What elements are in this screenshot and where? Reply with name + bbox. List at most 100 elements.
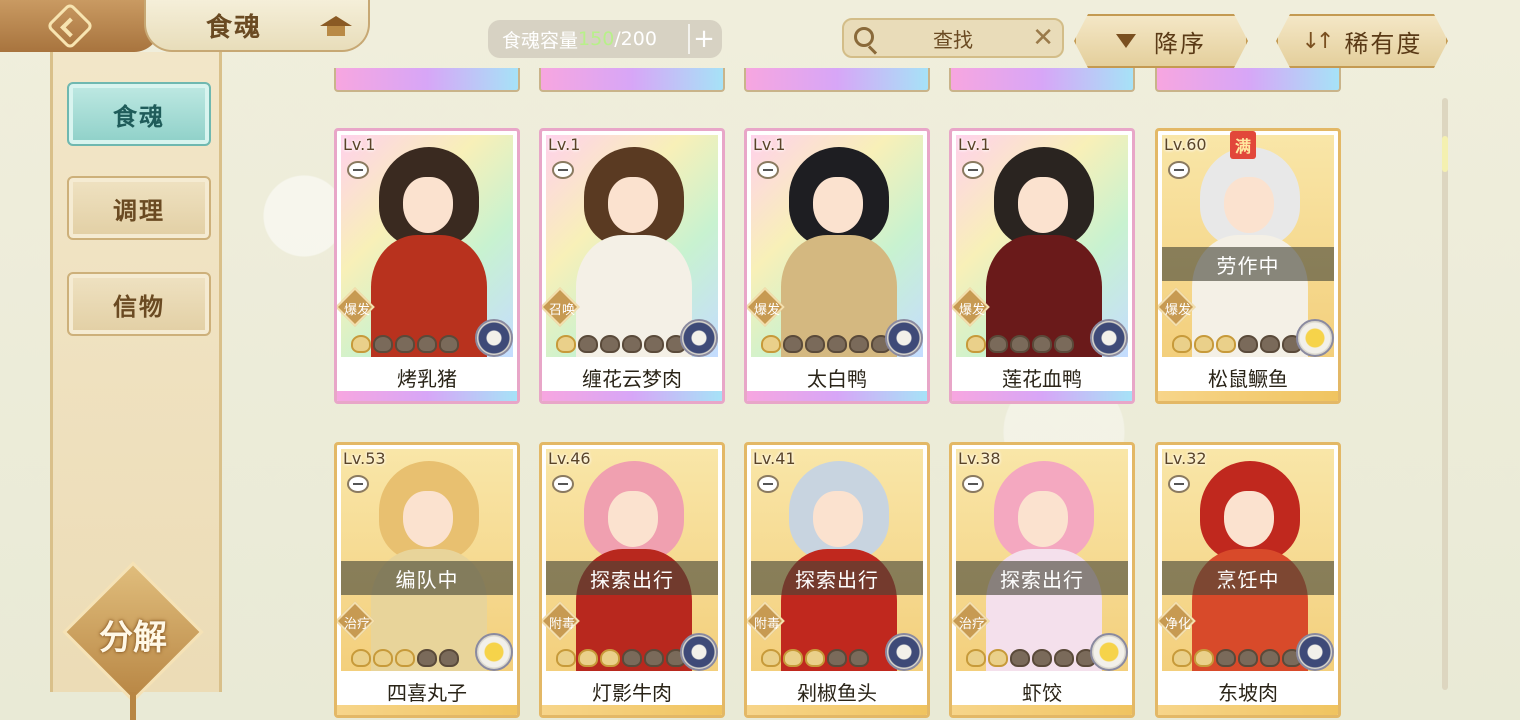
sort-key-button[interactable]: ↓↑ 稀有度 bbox=[1276, 14, 1448, 68]
star-rating bbox=[351, 649, 459, 667]
star-empty-icon bbox=[1032, 335, 1052, 353]
portrait-face bbox=[813, 177, 863, 233]
portrait-face bbox=[813, 491, 863, 547]
rarity-strip bbox=[337, 705, 517, 715]
sort-down-icon bbox=[1116, 34, 1136, 48]
star-empty-icon bbox=[1238, 649, 1258, 667]
element-orb-icon bbox=[1296, 319, 1334, 357]
sidebar-item-food-souls[interactable]: 食魂 bbox=[67, 82, 211, 146]
search-field[interactable]: 查找 ✕ bbox=[842, 18, 1064, 58]
scrollbar[interactable] bbox=[1442, 98, 1448, 690]
food-soul-card[interactable]: Lv.1 爆发 莲花血鸭 bbox=[949, 128, 1135, 404]
search-label: 查找 bbox=[933, 27, 973, 52]
star-empty-icon bbox=[1054, 649, 1074, 667]
role-tag: 爆发 bbox=[747, 287, 787, 329]
card-name: 莲花血鸭 bbox=[952, 359, 1132, 395]
card-stub bbox=[1155, 68, 1341, 92]
portrait-face bbox=[1018, 491, 1068, 547]
star-filled-icon bbox=[578, 649, 598, 667]
star-filled-icon bbox=[556, 335, 576, 353]
pavilion-icon bbox=[320, 12, 352, 38]
star-filled-icon bbox=[556, 649, 576, 667]
star-empty-icon bbox=[1010, 649, 1030, 667]
capacity-max: /200 bbox=[614, 28, 657, 50]
element-orb-icon bbox=[680, 633, 718, 671]
level-label: Lv.1 bbox=[958, 135, 991, 154]
star-empty-icon bbox=[783, 335, 803, 353]
role-label: 净化 bbox=[1164, 617, 1191, 632]
role-label: 附毒 bbox=[753, 617, 780, 632]
food-soul-card[interactable]: Lv.46 探索出行 附毒 灯影牛肉 bbox=[539, 442, 725, 718]
food-soul-card[interactable]: Lv.32 烹饪中 净化 东坡肉 bbox=[1155, 442, 1341, 718]
scrollbar-thumb[interactable] bbox=[1442, 136, 1448, 172]
star-empty-icon bbox=[827, 335, 847, 353]
sidebar-item-tokens[interactable]: 信物 bbox=[67, 272, 211, 336]
star-rating bbox=[966, 649, 1096, 667]
card-name: 四喜丸子 bbox=[337, 673, 517, 709]
minus-icon bbox=[347, 475, 369, 493]
food-soul-card[interactable]: Lv.1 召唤 缠花云梦肉 bbox=[539, 128, 725, 404]
role-label: 附毒 bbox=[548, 617, 575, 632]
card-name: 烤乳猪 bbox=[337, 359, 517, 395]
star-filled-icon bbox=[988, 649, 1008, 667]
max-level-badge: 满 bbox=[1230, 131, 1256, 159]
sidebar-item-seasoning[interactable]: 调理 bbox=[67, 176, 211, 240]
element-orb-icon bbox=[1296, 633, 1334, 671]
capacity-display: 食魂容量 150 /200 + bbox=[488, 20, 722, 58]
card-name: 灯影牛肉 bbox=[542, 673, 722, 709]
star-empty-icon bbox=[1032, 649, 1052, 667]
star-empty-icon bbox=[622, 649, 642, 667]
status-badge: 探索出行 bbox=[546, 561, 718, 595]
minus-icon bbox=[552, 475, 574, 493]
status-badge: 烹饪中 bbox=[1162, 561, 1334, 595]
back-button[interactable] bbox=[0, 0, 160, 52]
role-label: 爆发 bbox=[753, 303, 780, 318]
role-tag: 附毒 bbox=[542, 601, 582, 643]
star-empty-icon bbox=[1010, 335, 1030, 353]
food-soul-card[interactable]: Lv.1 爆发 太白鸭 bbox=[744, 128, 930, 404]
sort-order-button[interactable]: 降序 bbox=[1074, 14, 1248, 68]
food-soul-card[interactable]: Lv.53 编队中 治疗 四喜丸子 bbox=[334, 442, 520, 718]
rarity-strip bbox=[747, 705, 927, 715]
clear-search-button[interactable]: ✕ bbox=[1032, 24, 1054, 52]
add-capacity-button[interactable]: + bbox=[688, 24, 718, 54]
level-label: Lv.38 bbox=[958, 449, 1001, 468]
star-empty-icon bbox=[622, 335, 642, 353]
star-filled-icon bbox=[805, 649, 825, 667]
food-soul-card[interactable]: Lv.60 满劳作中 爆发 松鼠鳜鱼 bbox=[1155, 128, 1341, 404]
star-empty-icon bbox=[827, 649, 847, 667]
minus-icon bbox=[757, 475, 779, 493]
decompose-label[interactable]: 分解 bbox=[73, 610, 193, 659]
card-name: 虾饺 bbox=[952, 673, 1132, 709]
food-soul-card[interactable]: Lv.41 探索出行 附毒 剁椒鱼头 bbox=[744, 442, 930, 718]
star-filled-icon bbox=[783, 649, 803, 667]
element-orb-icon bbox=[1090, 633, 1128, 671]
star-filled-icon bbox=[1194, 649, 1214, 667]
level-label: Lv.53 bbox=[343, 449, 386, 468]
star-empty-icon bbox=[395, 335, 415, 353]
star-filled-icon bbox=[395, 649, 415, 667]
star-empty-icon bbox=[1238, 335, 1258, 353]
food-soul-card[interactable]: Lv.38 探索出行 治疗 虾饺 bbox=[949, 442, 1135, 718]
star-empty-icon bbox=[439, 335, 459, 353]
portrait-face bbox=[608, 177, 658, 233]
portrait-face bbox=[1224, 177, 1274, 233]
sort-order-label: 降序 bbox=[1154, 29, 1206, 58]
portrait-face bbox=[608, 491, 658, 547]
star-filled-icon bbox=[600, 649, 620, 667]
star-empty-icon bbox=[373, 335, 393, 353]
level-label: Lv.41 bbox=[753, 449, 796, 468]
role-tag: 爆发 bbox=[1158, 287, 1198, 329]
star-rating bbox=[1172, 335, 1302, 353]
card-stub bbox=[744, 68, 930, 92]
status-badge: 探索出行 bbox=[956, 561, 1128, 595]
level-label: Lv.60 bbox=[1164, 135, 1207, 154]
role-tag: 附毒 bbox=[747, 601, 787, 643]
star-empty-icon bbox=[600, 335, 620, 353]
sidebar: 食魂 调理 信物 分解 bbox=[50, 52, 222, 720]
card-stub bbox=[539, 68, 725, 92]
card-stub bbox=[334, 68, 520, 92]
portrait-face bbox=[1018, 177, 1068, 233]
food-soul-card[interactable]: Lv.1 爆发 烤乳猪 bbox=[334, 128, 520, 404]
level-label: Lv.1 bbox=[548, 135, 581, 154]
